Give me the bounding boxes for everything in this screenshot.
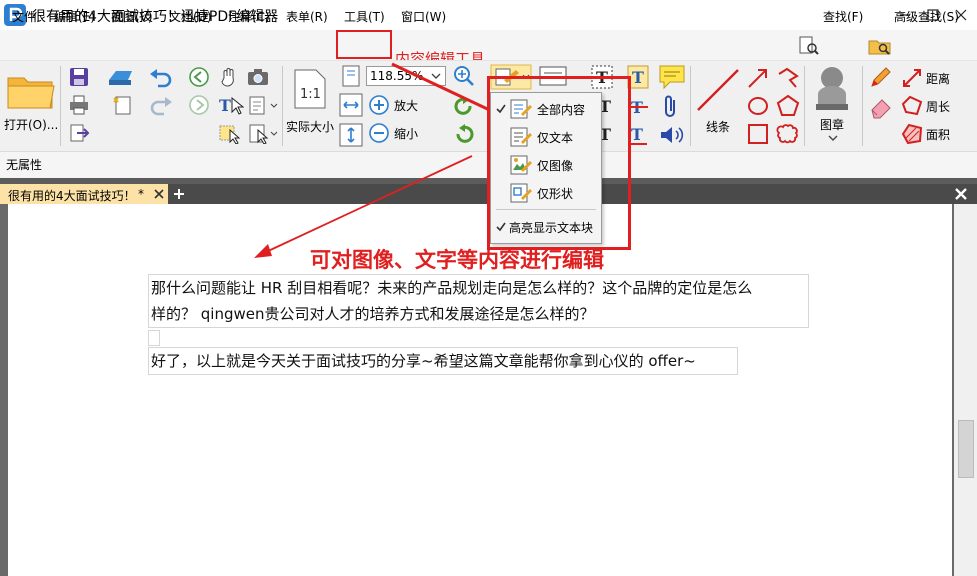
magnifier-icon[interactable]	[452, 64, 476, 88]
rotate-left-icon[interactable]	[452, 94, 476, 118]
ribbon-separator	[690, 66, 691, 146]
paragraph-line: 好了，以上就是今天关于面试技巧的分享~希望这篇文章能帮你拿到心仪的 offer~	[151, 352, 696, 370]
line-button[interactable]: 线条	[706, 118, 730, 135]
zoom-out-button[interactable]: 缩小	[394, 125, 418, 142]
distance-button[interactable]: 距离	[926, 70, 950, 87]
zoom-in-button[interactable]: 放大	[394, 97, 418, 114]
distance-icon[interactable]	[900, 66, 924, 90]
rectangle-tool-icon[interactable]	[746, 122, 770, 146]
ribbon-separator	[804, 66, 805, 146]
print-icon[interactable]	[68, 94, 90, 116]
fit-visible-icon[interactable]	[338, 122, 364, 148]
chevron-down-icon[interactable]	[431, 72, 441, 80]
tab-modified-marker: *	[138, 187, 144, 201]
ribbon-separator	[282, 66, 283, 146]
area-button[interactable]: 面积	[926, 126, 950, 143]
eraser-icon[interactable]	[868, 94, 894, 120]
tab-document[interactable]: 很有用的4大面试技巧！ *	[0, 184, 168, 204]
menu-document[interactable]: 文档(D)	[169, 8, 212, 25]
save-icon[interactable]	[68, 66, 90, 88]
pencil-icon[interactable]	[868, 64, 894, 90]
ellipse-tool-icon[interactable]	[746, 94, 770, 118]
redo-icon[interactable]	[148, 94, 174, 116]
paragraph-line: 样的？ qingwen贵公司对人才的培养方式和发展途径是怎么样的？	[151, 305, 595, 323]
ribbon-separator	[862, 66, 863, 146]
close-tab-icon[interactable]	[153, 188, 165, 200]
polygon-tool-icon[interactable]	[776, 94, 800, 118]
line-tool-icon[interactable]	[694, 66, 742, 114]
zoom-out-icon[interactable]	[368, 122, 390, 144]
note-comment-icon[interactable]	[658, 64, 686, 90]
scan-icon[interactable]	[106, 66, 136, 88]
actual-size-button[interactable]: 实际大小	[286, 118, 334, 135]
menu-window[interactable]: 窗口(W)	[401, 8, 446, 25]
advanced-find-button[interactable]: 高级查找(S)	[894, 8, 959, 25]
svg-text:T: T	[632, 68, 644, 87]
svg-text:T: T	[219, 96, 231, 115]
actual-size-icon[interactable]: 1:1	[292, 68, 328, 110]
area-icon[interactable]	[900, 122, 924, 146]
menu-tools[interactable]: 工具(T)	[344, 8, 385, 25]
new-tab-icon[interactable]	[172, 187, 186, 201]
zoom-input[interactable]: 118.55%	[366, 66, 446, 86]
previous-view-icon[interactable]	[188, 66, 210, 88]
tab-label: 很有用的4大面试技巧！	[8, 189, 136, 203]
fit-width-icon[interactable]	[338, 92, 364, 118]
menu-comment[interactable]: 注释(C)	[228, 8, 270, 25]
text-box-tool-icon[interactable]	[248, 94, 278, 116]
svg-text:1:1: 1:1	[300, 87, 321, 102]
menu-file[interactable]: 文件	[12, 8, 36, 25]
empty-text-block[interactable]	[148, 330, 160, 346]
tools-highlight-box	[336, 30, 392, 59]
perimeter-icon[interactable]	[900, 94, 924, 118]
undo-icon[interactable]	[148, 66, 174, 88]
polyline-tool-icon[interactable]	[776, 66, 800, 90]
new-document-icon[interactable]	[110, 94, 136, 116]
text-block[interactable]: 那什么问题能让 HR 刮目相看呢？未来的产品规划走向是怎么样的？这个品牌的定位是…	[148, 274, 809, 328]
sound-icon[interactable]	[658, 122, 686, 148]
rotate-right-icon[interactable]	[452, 122, 476, 146]
menu-view[interactable]: 视图(V)	[111, 8, 153, 25]
fit-page-icon[interactable]	[340, 64, 364, 88]
export-icon[interactable]	[68, 122, 90, 144]
paragraph-line: 那什么问题能让 HR 刮目相看呢？未来的产品规划走向是怎么样的？这个品牌的定位是…	[151, 279, 753, 297]
vertical-scrollbar[interactable]	[954, 204, 977, 576]
ribbon-separator	[60, 66, 61, 146]
attachment-icon[interactable]	[662, 94, 680, 120]
stamp-icon[interactable]	[812, 64, 852, 114]
snapshot-icon[interactable]	[246, 66, 270, 88]
find-icon[interactable]	[798, 36, 820, 56]
arrow-tool-icon[interactable]	[746, 66, 770, 90]
menu-form[interactable]: 表单(R)	[286, 8, 328, 25]
select-annotation-icon[interactable]	[218, 122, 242, 144]
scrollbar-thumb[interactable]	[958, 420, 974, 478]
close-document-icon[interactable]	[953, 186, 969, 202]
menu-bar	[0, 30, 977, 60]
zoom-value: 118.55%	[370, 69, 424, 83]
hand-tool-icon[interactable]	[218, 66, 240, 88]
open-button[interactable]: 打开(O)...	[4, 116, 58, 133]
cloud-tool-icon[interactable]	[776, 122, 800, 146]
properties-label: 无属性	[6, 158, 43, 172]
zoom-in-icon[interactable]	[368, 94, 390, 116]
advanced-find-icon[interactable]	[868, 36, 892, 56]
find-button[interactable]: 查找(F)	[823, 8, 863, 25]
text-block[interactable]: 好了，以上就是今天关于面试技巧的分享~希望这篇文章能帮你拿到心仪的 offer~	[148, 347, 738, 375]
perimeter-button[interactable]: 周长	[926, 98, 950, 115]
next-view-icon[interactable]	[188, 94, 210, 116]
menu-edit[interactable]: 编辑(E)	[54, 8, 95, 25]
page-tool-icon[interactable]	[248, 122, 278, 144]
stamp-button[interactable]: 图章	[820, 116, 844, 133]
dropdown-highlight-box	[487, 76, 631, 250]
select-text-icon[interactable]: T	[218, 94, 244, 116]
open-folder-icon[interactable]	[6, 70, 56, 112]
chevron-down-icon[interactable]	[828, 134, 838, 142]
svg-text:T: T	[631, 125, 643, 144]
